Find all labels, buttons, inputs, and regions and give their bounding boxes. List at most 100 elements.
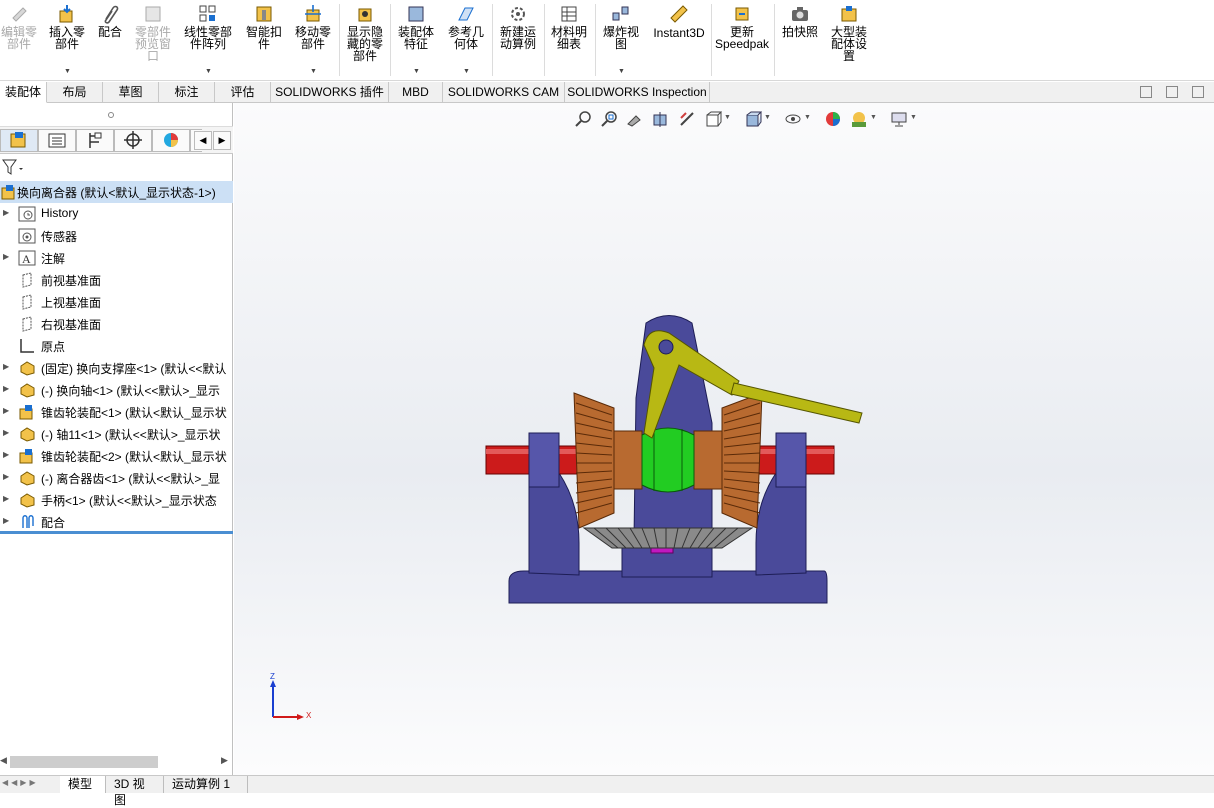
tab-mbd[interactable]: MBD [389,82,443,103]
chevron-down-icon[interactable]: ▼ [764,114,771,121]
tree-item-top-plane[interactable]: 上视基准面 [0,291,233,313]
expand-arrow-icon[interactable]: ▶ [3,406,9,415]
tree-item-mates[interactable]: ▶ 配合 [0,511,233,533]
ribbon-separator [774,4,775,76]
chevron-down-icon[interactable]: ▼ [64,66,71,78]
tree-rollback-bar[interactable] [0,531,233,534]
expand-arrow-icon[interactable]: ▶ [3,252,9,261]
tab-motion-study-1[interactable]: 运动算例 1 [164,776,248,793]
property-manager-tab[interactable] [38,129,76,152]
triad-x-label: X [306,711,312,720]
tree-item-component[interactable]: ▶ 手柄<1> (默认<<默认>_显示状态 [0,489,233,511]
expand-arrow-icon[interactable]: ▶ [3,472,9,481]
chevron-down-icon[interactable]: ▼ [910,114,917,121]
tree-item-subassembly[interactable]: ▶ 锥齿轮装配<1> (默认<默认_显示状 [0,401,233,423]
expand-arrow-icon[interactable]: ▶ [3,428,9,437]
tree-item-component[interactable]: ▶ (-) 换向轴<1> (默认<<默认>_显示 [0,379,233,401]
bill-of-materials-button[interactable]: 材料明 细表 [547,4,591,50]
panel-splitter[interactable] [0,103,233,127]
display-style-icon[interactable] [744,110,762,128]
reversing-clutch-model[interactable] [484,313,864,613]
smart-fasteners-button[interactable]: 智能扣 件 [243,4,285,50]
chevron-down-icon[interactable]: ▼ [463,66,470,78]
feature-manager-tab[interactable] [0,129,38,152]
chevron-down-icon[interactable]: ▼ [724,114,731,121]
configuration-manager-tab[interactable] [76,129,114,152]
tree-item-right-plane[interactable]: 右视基准面 [0,313,233,335]
snapshot-button[interactable]: 拍快照 [777,4,823,38]
tree-item-component[interactable]: ▶ (-) 离合器齿<1> (默认<<默认>_显 [0,467,233,489]
tree-item-subassembly[interactable]: ▶ 锥齿轮装配<2> (默认<默认_显示状 [0,445,233,467]
scroll-left-icon[interactable]: ◀ [0,755,7,766]
move-component-button[interactable]: 移动零 部件 ▼ [291,4,335,75]
tab-navigation-arrows-icon[interactable]: ◀◀▶▶ [2,778,39,787]
chevron-down-icon[interactable]: ▼ [310,66,317,78]
instant3d-button[interactable]: Instant3D [650,4,708,39]
chevron-down-icon[interactable]: ▼ [870,114,877,121]
tree-root-assembly[interactable]: 换向离合器 (默认<默认_显示状态-1>) [0,181,233,203]
zoom-to-fit-icon[interactable] [574,110,592,128]
insert-component-button[interactable]: 插入零 部件 ▼ [46,4,88,75]
tab-markup[interactable]: 标注 [159,82,215,103]
tab-sketch[interactable]: 草图 [103,82,159,103]
zoom-to-area-icon[interactable] [600,110,618,128]
tree-item-history[interactable]: ▶ History [0,203,233,225]
expand-arrow-icon[interactable]: ▶ [3,516,9,525]
chevron-down-icon[interactable]: ▼ [413,66,420,78]
tree-item-sensors[interactable]: 传感器 [0,225,233,247]
update-speedpak-button[interactable]: 更新 Speedpak [713,4,771,50]
expand-arrow-icon[interactable]: ▶ [3,450,9,459]
tree-item-front-plane[interactable]: 前视基准面 [0,269,233,291]
reference-geometry-button[interactable]: 参考几 何体 ▼ [443,4,489,75]
scroll-right-icon[interactable]: ▶ [221,755,228,766]
tab-solidworks-inspection[interactable]: SOLIDWORKS Inspection [565,82,710,103]
tab-scroll-left-icon[interactable]: ◀ [194,131,212,150]
tab-solidworks-cam[interactable]: SOLIDWORKS CAM [443,82,565,103]
component-preview-button[interactable]: 零部件 预览窗 口 [131,4,175,62]
tree-item-component[interactable]: ▶ (-) 轴11<1> (默认<<默认>_显示状 [0,423,233,445]
previous-view-icon[interactable] [626,110,644,128]
tree-item-origin[interactable]: 原点 [0,335,233,357]
tab-scroll-right-icon[interactable]: ▶ [213,131,231,150]
apply-scene-icon[interactable] [850,110,868,128]
tab-solidworks-addins[interactable]: SOLIDWORKS 插件 [271,82,389,103]
panel-right-icon[interactable] [1166,86,1178,98]
tab-layout[interactable]: 布局 [47,82,103,103]
dynamic-annotation-icon[interactable] [678,110,696,128]
section-view-icon[interactable] [652,110,670,128]
mate-button[interactable]: 配合 [94,4,126,38]
dimxpert-tab[interactable] [114,129,152,152]
tree-filter[interactable] [2,157,32,179]
graphics-viewport[interactable]: ▼ ▼ ▼ ▼ ▼ Z X [234,103,1214,775]
chevron-down-icon[interactable]: ▼ [804,114,811,121]
display-manager-tab[interactable] [152,129,190,152]
show-hidden-components-button[interactable]: 显示隐 藏的零 部件 [343,4,387,62]
tree-item-annotations[interactable]: ▶ A 注解 [0,247,233,269]
tree-item-component[interactable]: ▶ (固定) 换向支撑座<1> (默认<<默认 [0,357,233,379]
tab-model[interactable]: 模型 [60,776,106,793]
hide-show-items-icon[interactable] [784,110,802,128]
linear-pattern-button[interactable]: 线性零部 件阵列 ▼ [180,4,236,75]
horizontal-scrollbar[interactable]: ◀ ▶ [0,753,233,771]
chevron-down-icon[interactable]: ▼ [618,66,625,78]
edit-appearance-icon[interactable] [824,110,842,128]
exploded-view-button[interactable]: 爆炸视 图 ▼ [598,4,644,75]
tab-3d-view[interactable]: 3D 视图 [106,776,164,807]
expand-arrow-icon[interactable]: ▶ [3,208,9,217]
panel-left-icon[interactable] [1140,86,1152,98]
chevron-down-icon[interactable]: ▼ [205,66,212,78]
panel-expand-icon[interactable] [1192,86,1204,98]
new-motion-study-button[interactable]: 新建运 动算例 [495,4,541,50]
expand-arrow-icon[interactable]: ▶ [3,494,9,503]
assembly-features-button[interactable]: 装配体 特征 ▼ [393,4,439,75]
expand-arrow-icon[interactable]: ▶ [3,384,9,393]
scrollbar-thumb[interactable] [10,756,158,768]
tab-evaluate[interactable]: 评估 [215,82,271,103]
splitter-handle-icon[interactable] [107,111,115,119]
view-orientation-icon[interactable] [704,110,722,128]
large-assembly-settings-button[interactable]: 大型装 配体设 置 [826,4,872,62]
edit-component-button[interactable]: 编辑零 部件 [0,4,38,50]
tab-assembly[interactable]: 装配体 [0,82,47,103]
expand-arrow-icon[interactable]: ▶ [3,362,9,371]
view-settings-monitor-icon[interactable] [890,110,908,128]
